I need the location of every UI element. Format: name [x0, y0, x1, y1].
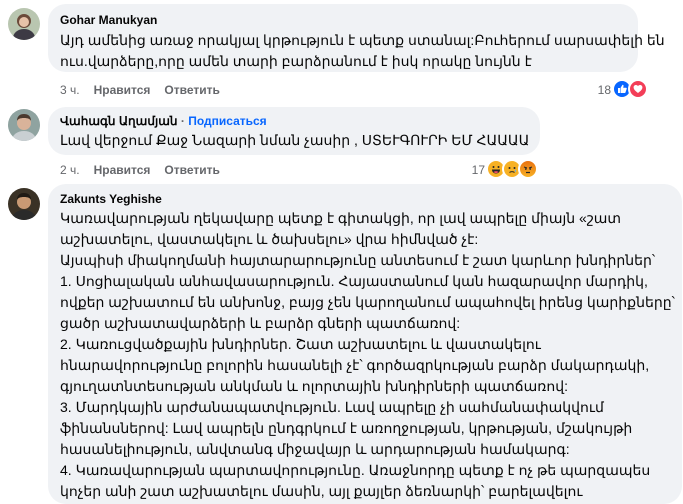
comment-line: Այդ ամենից առաջ որակյալ կրթություն է պետ…	[60, 32, 665, 48]
comment-line: ուս.վարձերը,որը ամեն տարի բարձրանում է ի…	[60, 53, 532, 69]
angry-icon	[518, 159, 538, 179]
comment-author[interactable]: Gohar Manukyan	[60, 13, 157, 27]
comment-actions: 2 ч. Нравится Ответить	[60, 163, 234, 177]
reaction-count[interactable]: 17	[455, 163, 485, 177]
comment-line: Լավ վերջում Քաջ Նազարի նման չասիր , ՍՏԵՒ…	[60, 132, 530, 148]
comment-line: 4. Կառավարության պարտավորությունը. Առաջն…	[60, 462, 651, 478]
avatar[interactable]	[8, 109, 40, 141]
comment-author[interactable]: Վահագն Աղամյան	[60, 114, 178, 128]
comment-line: աշխատելու, վաստակելու և ծախսելու» վրա հի…	[60, 231, 479, 247]
comment-line: 1. Սոցիալական անհավասարություն. Հայաստան…	[60, 273, 648, 289]
comment-line: հասանելիություն, անվտանգ միջավայր և արդա…	[60, 441, 570, 457]
comment-author[interactable]: Zakunts Yeghishe	[60, 192, 162, 206]
reaction-count[interactable]: 18	[581, 83, 611, 97]
reply-button[interactable]: Ответить	[164, 83, 219, 97]
comment-line: ֆինանսներով: Լավ ապրելն ընդգրկում է առող…	[60, 420, 633, 436]
avatar[interactable]	[8, 8, 40, 40]
separator-dot: ·	[180, 114, 185, 128]
comment-line: հնարավորությունը բոլորին հասանելի չէ՝ գո…	[60, 357, 650, 373]
comment-line: Այսպիսի միակողմանի հայտարարությունը անտե…	[60, 252, 656, 268]
follow-button[interactable]: Подписаться	[188, 114, 266, 128]
reaction-icons[interactable]	[486, 159, 538, 179]
comment-line: 2. Կառուցվածքային խնդիրներ. Շատ աշխատելո…	[60, 336, 541, 352]
like-button[interactable]: Нравится	[94, 163, 151, 177]
comment-line: 3. Մարդկային արժանապատվություն. Լավ ապրե…	[60, 399, 604, 415]
comment-text: Լավ վերջում Քաջ Նազարի նման չասիր , ՍՏԵՒ…	[60, 130, 529, 151]
avatar[interactable]	[8, 188, 40, 220]
comment-time[interactable]: 3 ч.	[60, 83, 80, 97]
reaction-icons[interactable]	[612, 79, 648, 99]
love-icon	[628, 79, 648, 99]
comment-author-line: Վահագն Աղամյան · Подписаться	[60, 114, 267, 128]
reply-button[interactable]: Ответить	[164, 163, 219, 177]
comment-time[interactable]: 2 ч.	[60, 163, 80, 177]
comment-line: ցածր աշխատավարձերի և բարձր գների պատճառո…	[60, 315, 461, 331]
comment-line: կոչեր անի շատ աշխատելու մասին, այլ քայլե…	[60, 483, 583, 499]
comment-text: Այդ ամենից առաջ որակյալ կրթություն է պետ…	[60, 30, 665, 72]
comment-line: Կառավարության ղեկավարը պետք է գիտակցի, ո…	[60, 210, 622, 226]
comment-line: գյուղատնտեսության անկման և ոլորտային խնդ…	[60, 378, 568, 394]
comment-line: ովքեր աշխատում են անխոնջ, բայց չեն կարող…	[60, 294, 675, 310]
comment-text: Կառավարության ղեկավարը պետք է գիտակցի, ո…	[60, 208, 675, 502]
like-button[interactable]: Нравится	[94, 83, 151, 97]
comment-actions: 3 ч. Нравится Ответить	[60, 83, 234, 97]
